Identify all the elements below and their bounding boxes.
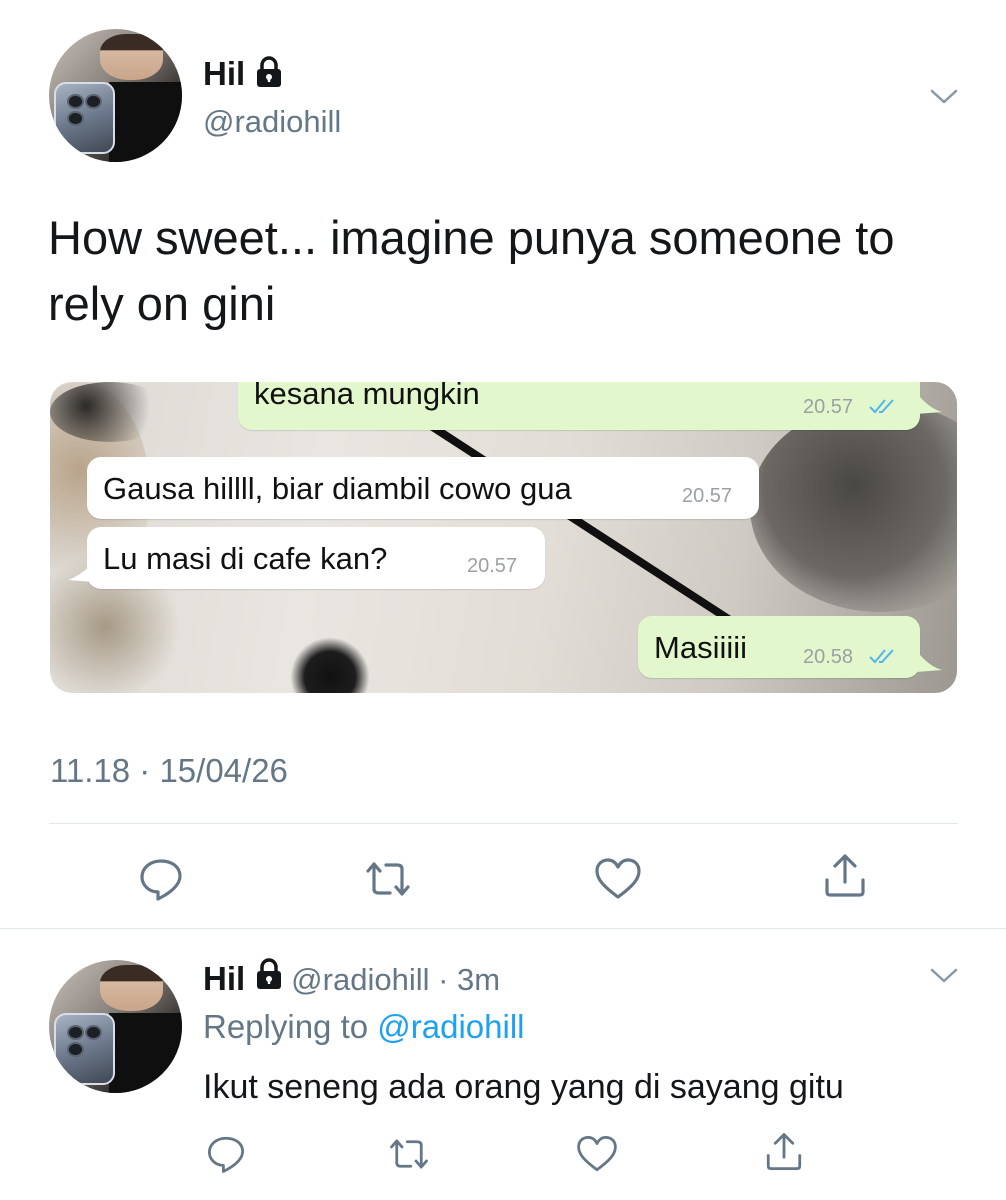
reply-icon[interactable] <box>137 855 185 903</box>
tweet-text: How sweet... imagine punya someone to re… <box>48 211 895 330</box>
share-icon[interactable] <box>763 1131 805 1173</box>
read-ticks-icon <box>869 649 894 664</box>
author-display-name[interactable]: Hil <box>203 55 245 93</box>
chat-bubble-incoming: Lu masi di cafe kan? 20.57 <box>87 527 545 589</box>
chat-message-text: Masiiiii <box>654 630 747 665</box>
chevron-down-icon[interactable] <box>929 966 959 986</box>
chat-message-text: Lu masi di cafe kan? <box>103 541 388 576</box>
retweet-icon[interactable] <box>386 1133 432 1175</box>
chat-bubble-outgoing: Masiiiii 20.58 <box>638 616 920 678</box>
reply-text: Ikut seneng ada orang yang di sayang git… <box>203 1068 844 1106</box>
like-icon[interactable] <box>575 1133 619 1175</box>
chat-message-time: 20.57 <box>682 485 733 507</box>
lock-icon <box>255 958 283 995</box>
bubble-tail <box>916 392 942 414</box>
reply-icon[interactable] <box>205 1133 247 1175</box>
chat-message-time: 20.58 <box>803 646 854 668</box>
author-name-row[interactable]: Hil <box>203 55 283 93</box>
replying-to-mention[interactable]: @radiohill <box>377 1008 524 1045</box>
chat-message-time: 20.57 <box>803 396 854 418</box>
read-ticks-icon <box>869 399 894 414</box>
replying-to-line: Replying to @radiohill <box>203 1008 525 1046</box>
author-avatar[interactable] <box>49 29 182 162</box>
chat-bubble-incoming: Gausa hillll, biar diambil cowo gua 20.5… <box>87 457 759 519</box>
retweet-icon[interactable] <box>362 855 414 903</box>
bubble-tail <box>916 650 942 672</box>
tweet-media-image[interactable]: kesana mungkin 20.57 Gausa hillll, biar … <box>50 382 957 693</box>
divider <box>0 928 1006 929</box>
chat-message-text: kesana mungkin <box>254 382 480 411</box>
author-handle[interactable]: @radiohill <box>203 104 341 140</box>
like-icon[interactable] <box>593 855 643 903</box>
chat-bubble-outgoing: kesana mungkin 20.57 <box>238 382 920 430</box>
divider <box>49 823 958 824</box>
reply-author-avatar[interactable] <box>49 960 182 1093</box>
reply-header[interactable]: Hil @radiohill · 3m <box>203 958 500 998</box>
tweet-timestamp[interactable]: 11.18 · 15/04/26 <box>50 752 288 790</box>
replying-to-prefix: Replying to <box>203 1008 369 1045</box>
chat-message-text: Gausa hillll, biar diambil cowo gua <box>103 471 572 506</box>
chat-message-time: 20.57 <box>467 555 518 577</box>
reply-display-name[interactable]: Hil <box>203 960 245 998</box>
chevron-down-icon[interactable] <box>929 87 959 107</box>
bubble-tail <box>68 562 94 582</box>
share-icon[interactable] <box>821 852 869 900</box>
lock-icon <box>255 55 283 93</box>
reply-handle-time[interactable]: @radiohill · 3m <box>291 962 500 998</box>
